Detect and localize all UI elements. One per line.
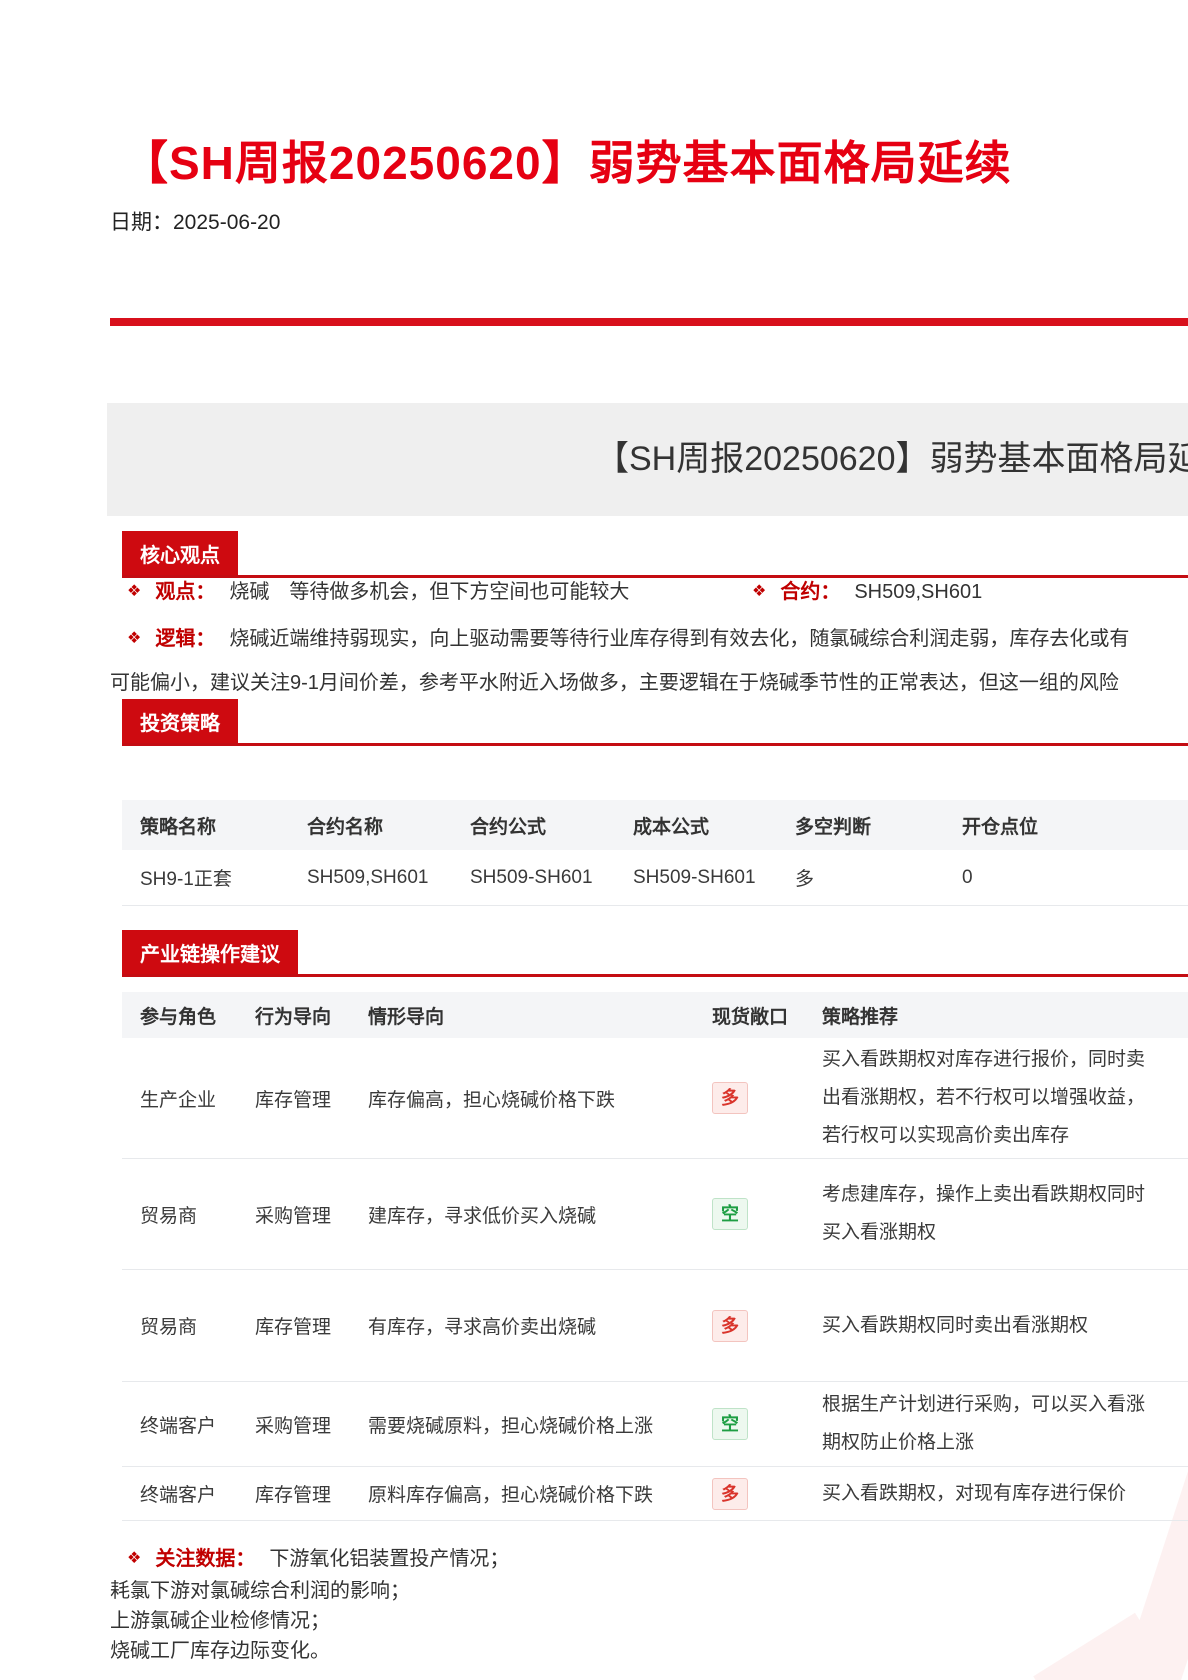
cell-behavior: 库存管理 xyxy=(255,1312,368,1339)
exposure-badge-long: 多 xyxy=(712,1082,748,1114)
exposure-badge-short: 空 xyxy=(712,1408,748,1440)
cell-role: 终端客户 xyxy=(140,1480,255,1507)
cell-strategy: 买入看跌期权同时卖出看涨期权 xyxy=(822,1307,1188,1345)
strategy-line: 买入看跌期权同时卖出看涨期权 xyxy=(822,1307,1188,1345)
cell-cost-formula: SH509-SH601 xyxy=(633,867,795,889)
col-header: 参与角色 xyxy=(140,1002,255,1029)
contract-label: 合约： xyxy=(780,581,840,603)
col-header: 现货敞口 xyxy=(712,1002,822,1029)
exposure-badge-long: 多 xyxy=(712,1478,748,1510)
table-row: SH9-1正套 SH509,SH601 SH509-SH601 SH509-SH… xyxy=(122,850,1188,906)
cell-behavior: 库存管理 xyxy=(255,1085,368,1112)
viewpoint-item: ❖ 观点： 烧碱 等待做多机会，但下方空间也可能较大 xyxy=(127,575,629,604)
bullet-icon: ❖ xyxy=(127,1550,141,1567)
watch-data-line: 烧碱工厂库存边际变化。 xyxy=(110,1634,330,1663)
chain-table-header: 参与角色 行为导向 情形导向 现货敞口 策略推荐 xyxy=(122,992,1188,1038)
cell-strategy: 买入看跌期权，对现有库存进行保价 xyxy=(822,1475,1188,1513)
cell-strategy: 考虑建库存，操作上卖出看跌期权同时 买入看涨期权 xyxy=(822,1176,1188,1252)
strategy-line: 根据生产计划进行采购，可以买入看涨 xyxy=(822,1386,1188,1424)
cell-exposure: 多 xyxy=(712,1310,822,1342)
contract-item: ❖ 合约： SH509,SH601 xyxy=(752,575,982,604)
cell-behavior: 采购管理 xyxy=(255,1201,368,1228)
chain-table: 参与角色 行为导向 情形导向 现货敞口 策略推荐 生产企业 库存管理 库存偏高，… xyxy=(122,992,1188,1521)
cell-scenario: 库存偏高，担心烧碱价格下跌 xyxy=(368,1085,712,1112)
table-row: 终端客户 采购管理 需要烧碱原料，担心烧碱价格上涨 空 根据生产计划进行采购，可… xyxy=(122,1382,1188,1467)
section-badge-chain: 产业链操作建议 xyxy=(122,930,298,974)
contract-text: SH509,SH601 xyxy=(854,581,982,603)
cell-exposure: 多 xyxy=(712,1082,822,1114)
cell-scenario: 原料库存偏高，担心烧碱价格下跌 xyxy=(368,1480,712,1507)
col-header: 行为导向 xyxy=(255,1002,368,1029)
watch-data-line: 耗氯下游对氯碱综合利润的影响； xyxy=(110,1574,410,1603)
strategy-table: 策略名称 合约名称 合约公式 成本公式 多空判断 开仓点位 SH9-1正套 SH… xyxy=(122,800,1188,906)
watch-data-first: 下游氧化铝装置投产情况； xyxy=(269,1548,509,1570)
table-row: 贸易商 采购管理 建库存，寻求低价买入烧碱 空 考虑建库存，操作上卖出看跌期权同… xyxy=(122,1159,1188,1270)
cell-role: 贸易商 xyxy=(140,1312,255,1339)
section-header-core: 核心观点 xyxy=(122,531,1188,578)
table-row: 贸易商 库存管理 有库存，寻求高价卖出烧碱 多 买入看跌期权同时卖出看涨期权 xyxy=(122,1270,1188,1382)
banner-title: 【SH周报20250620】弱势基本面格局延续 xyxy=(595,403,1188,516)
cell-direction: 多 xyxy=(795,864,962,891)
cell-behavior: 采购管理 xyxy=(255,1411,368,1438)
col-header: 开仓点位 xyxy=(962,812,1188,839)
cell-scenario: 建库存，寻求低价买入烧碱 xyxy=(368,1201,712,1228)
logic-item: ❖ 逻辑： 烧碱近端维持弱现实，向上驱动需要等待行业库存得到有效去化，随氯碱综合利润… xyxy=(127,622,1129,651)
strategy-line: 若行权可以实现高价卖出库存 xyxy=(822,1117,1188,1155)
viewpoint-text: 烧碱 等待做多机会，但下方空间也可能较大 xyxy=(229,581,629,603)
cell-entry-point: 0 xyxy=(962,867,1188,889)
strategy-line: 出看涨期权，若不行权可以增强收益， xyxy=(822,1079,1188,1117)
watch-data-label: 关注数据： xyxy=(155,1548,255,1570)
table-row: 终端客户 库存管理 原料库存偏高，担心烧碱价格下跌 多 买入看跌期权，对现有库存… xyxy=(122,1467,1188,1521)
cell-role: 终端客户 xyxy=(140,1411,255,1438)
cell-role: 贸易商 xyxy=(140,1201,255,1228)
viewpoint-label: 观点： xyxy=(155,581,215,603)
section-badge-core: 核心观点 xyxy=(122,531,238,575)
cell-contract-formula: SH509-SH601 xyxy=(470,867,633,889)
strategy-table-header: 策略名称 合约名称 合约公式 成本公式 多空判断 开仓点位 xyxy=(122,800,1188,850)
logic-line-1: 烧碱近端维持弱现实，向上驱动需要等待行业库存得到有效去化，随氯碱综合利润走弱，库… xyxy=(229,628,1129,650)
strategy-line: 买入看跌期权对库存进行报价，同时卖 xyxy=(822,1041,1188,1079)
bullet-icon: ❖ xyxy=(127,583,141,600)
section-badge-strategy: 投资策略 xyxy=(122,699,238,743)
cell-exposure: 多 xyxy=(712,1478,822,1510)
col-header: 策略名称 xyxy=(140,812,307,839)
bullet-icon: ❖ xyxy=(752,583,766,600)
banner: 【SH周报20250620】弱势基本面格局延续 xyxy=(107,403,1188,516)
col-header: 策略推荐 xyxy=(822,1002,1188,1029)
col-header: 情形导向 xyxy=(368,1002,712,1029)
divider xyxy=(110,318,1188,326)
cell-exposure: 空 xyxy=(712,1408,822,1440)
logic-label: 逻辑： xyxy=(155,628,215,650)
bullet-icon: ❖ xyxy=(127,630,141,647)
cell-scenario: 有库存，寻求高价卖出烧碱 xyxy=(368,1312,712,1339)
strategy-line: 期权防止价格上涨 xyxy=(822,1424,1188,1462)
page-title: 【SH周报20250620】弱势基本面格局延续 xyxy=(122,127,1012,193)
report-date: 日期：2025-06-20 xyxy=(110,206,280,236)
strategy-line: 买入看涨期权 xyxy=(822,1214,1188,1252)
col-header: 成本公式 xyxy=(633,812,795,839)
cell-strategy: 根据生产计划进行采购，可以买入看涨 期权防止价格上涨 xyxy=(822,1386,1188,1462)
cell-contract-name: SH509,SH601 xyxy=(307,867,470,889)
exposure-badge-short: 空 xyxy=(712,1198,748,1230)
cell-strategy-name: SH9-1正套 xyxy=(140,864,307,891)
logic-line-2: 可能偏小，建议关注9-1月间价差，参考平水附近入场做多，主要逻辑在于烧碱季节性的… xyxy=(110,666,1119,695)
table-row: 生产企业 库存管理 库存偏高，担心烧碱价格下跌 多 买入看跌期权对库存进行报价，… xyxy=(122,1038,1188,1159)
report-page: 【SH周报20250620】弱势基本面格局延续 日期：2025-06-20 【S… xyxy=(0,0,1188,1680)
cell-behavior: 库存管理 xyxy=(255,1480,368,1507)
col-header: 多空判断 xyxy=(795,812,962,839)
watch-data-item: ❖ 关注数据： 下游氧化铝装置投产情况； xyxy=(127,1542,509,1571)
watch-data-line: 上游氯碱企业检修情况； xyxy=(110,1604,330,1633)
cell-role: 生产企业 xyxy=(140,1085,255,1112)
strategy-line: 考虑建库存，操作上卖出看跌期权同时 xyxy=(822,1176,1188,1214)
col-header: 合约公式 xyxy=(470,812,633,839)
cell-scenario: 需要烧碱原料，担心烧碱价格上涨 xyxy=(368,1411,712,1438)
section-header-strategy: 投资策略 xyxy=(122,699,1188,746)
col-header: 合约名称 xyxy=(307,812,470,839)
cell-exposure: 空 xyxy=(712,1198,822,1230)
cell-strategy: 买入看跌期权对库存进行报价，同时卖 出看涨期权，若不行权可以增强收益， 若行权可… xyxy=(822,1041,1188,1155)
exposure-badge-long: 多 xyxy=(712,1310,748,1342)
strategy-line: 买入看跌期权，对现有库存进行保价 xyxy=(822,1475,1188,1513)
section-header-chain: 产业链操作建议 xyxy=(122,930,1188,977)
